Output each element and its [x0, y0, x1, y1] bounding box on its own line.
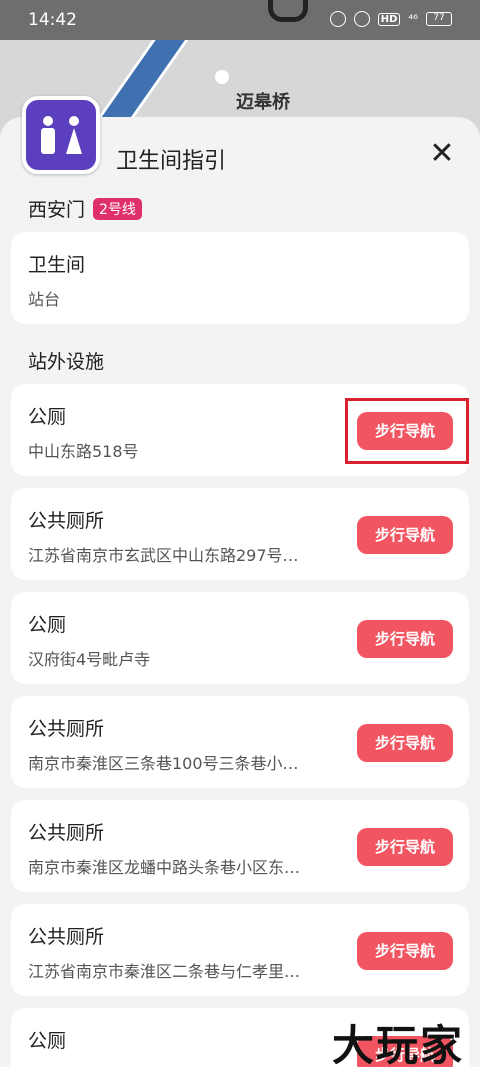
restroom-icon: [22, 96, 100, 174]
close-icon: ✕: [429, 136, 455, 171]
line-badge: 2号线: [93, 197, 142, 220]
facility-address: 南京市秦淮区三条巷100号三条巷小…: [28, 754, 299, 773]
facility-name: 公厕: [28, 1030, 67, 1052]
sheet-title: 卫生间指引: [116, 149, 227, 174]
close-button[interactable]: ✕: [426, 139, 458, 171]
status-icons: HD ⁴⁶ 77: [329, 11, 452, 27]
map-station-label: 迈皋桥: [236, 92, 290, 113]
female-figure-icon: [66, 116, 82, 154]
restroom-guide-sheet: 卫生间指引 ✕ 西安门 2号线 卫生间 站台 站外设施 公厕 中山东路518号 …: [0, 117, 480, 1067]
facility-address: 南京市秦淮区龙蟠中路头条巷小区东…: [28, 858, 301, 877]
facility-card[interactable]: 公厕 中山东路518号 步行导航: [11, 384, 469, 476]
status-time: 14:42: [28, 10, 77, 30]
facility-name: 公共厕所: [28, 510, 105, 532]
battery-icon: 77: [426, 12, 452, 26]
station-name: 西安门: [28, 199, 86, 221]
male-figure-icon: [40, 116, 56, 154]
inside-restroom-card: 卫生间 站台: [11, 232, 469, 324]
alarm-icon: [329, 11, 346, 27]
signal-icon: ⁴⁶: [408, 12, 418, 26]
hd-icon: HD: [377, 12, 401, 26]
facility-card[interactable]: 公共厕所 南京市秦淮区龙蟠中路头条巷小区东… 步行导航: [11, 800, 469, 892]
facility-card[interactable]: 公共厕所 江苏省南京市秦淮区二条巷与仁孝里… 步行导航: [11, 904, 469, 996]
facility-name: 公厕: [28, 614, 67, 636]
facility-address: 江苏省南京市玄武区中山东路297号…: [28, 546, 299, 565]
walk-navigation-button[interactable]: 步行导航: [357, 620, 453, 658]
outside-section-title: 站外设施: [28, 351, 105, 373]
camera-notch: [268, 0, 308, 22]
walk-navigation-button[interactable]: 步行导航: [357, 828, 453, 866]
facility-name: 公厕: [28, 406, 67, 428]
walk-navigation-button[interactable]: 步行导航: [357, 516, 453, 554]
station-row: 西安门 2号线: [28, 195, 142, 222]
facility-name: 公共厕所: [28, 822, 105, 844]
facility-address: 汉府街4号毗卢寺: [28, 650, 151, 669]
watermark-logo: 大玩家: [332, 1021, 465, 1067]
walk-navigation-button[interactable]: 步行导航: [357, 412, 453, 450]
facility-name: 公共厕所: [28, 718, 105, 740]
facility-card[interactable]: 公共厕所 江苏省南京市玄武区中山东路297号… 步行导航: [11, 488, 469, 580]
facility-address: 江苏省南京市秦淮区二条巷与仁孝里…: [28, 962, 301, 981]
status-bar: 14:42 HD ⁴⁶ 77: [0, 0, 480, 40]
facility-name: 公共厕所: [28, 926, 105, 948]
walk-navigation-button[interactable]: 步行导航: [357, 932, 453, 970]
mute-icon: [353, 11, 370, 27]
facility-card[interactable]: 公厕 汉府街4号毗卢寺 步行导航: [11, 592, 469, 684]
facility-card[interactable]: 公共厕所 南京市秦淮区三条巷100号三条巷小… 步行导航: [11, 696, 469, 788]
facility-address: 中山东路518号: [28, 442, 139, 461]
inside-restroom-location: 站台: [28, 290, 61, 309]
inside-restroom-title: 卫生间: [28, 254, 86, 276]
station-dot: [215, 70, 229, 84]
walk-navigation-button[interactable]: 步行导航: [357, 724, 453, 762]
